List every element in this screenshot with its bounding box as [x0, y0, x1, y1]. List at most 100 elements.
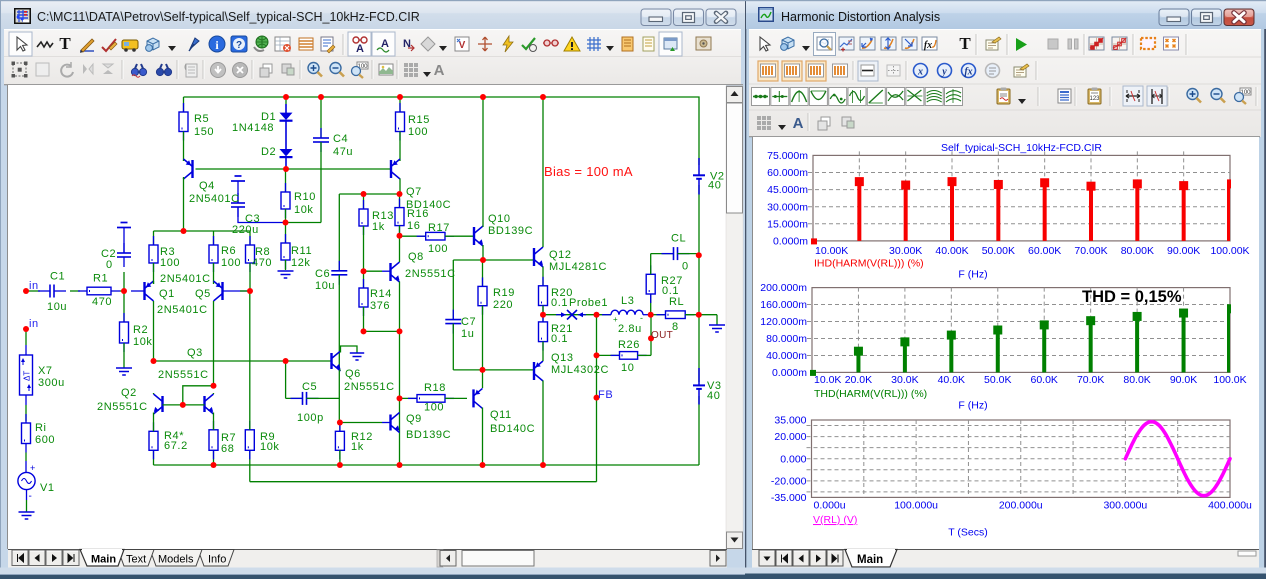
- svg-text:600: 600: [35, 434, 55, 446]
- svg-text:Q13: Q13: [551, 352, 574, 364]
- svg-text:10.00K: 10.00K: [815, 245, 848, 257]
- svg-text:Q10: Q10: [488, 213, 511, 225]
- svg-text:-: -: [29, 491, 32, 502]
- svg-text:R2: R2: [133, 324, 148, 336]
- svg-text:100.000u: 100.000u: [894, 500, 938, 512]
- svg-text:+: +: [613, 315, 618, 324]
- svg-text:Q1: Q1: [159, 288, 175, 300]
- svg-text:0.1: 0.1: [551, 333, 568, 345]
- svg-text:R1: R1: [93, 273, 108, 285]
- svg-text:160.000m: 160.000m: [760, 299, 807, 311]
- svg-text:Q9: Q9: [406, 413, 422, 425]
- svg-text:D2: D2: [261, 146, 276, 158]
- svg-text:0: 0: [106, 259, 113, 271]
- svg-text:10k: 10k: [260, 441, 280, 453]
- svg-text:in: in: [29, 280, 39, 292]
- svg-text:50.00K: 50.00K: [982, 245, 1015, 257]
- svg-text:50.0K: 50.0K: [984, 374, 1011, 386]
- svg-text:0.000m: 0.000m: [772, 367, 807, 379]
- svg-text:70.0K: 70.0K: [1077, 374, 1104, 386]
- svg-text:A: A: [434, 62, 445, 79]
- svg-text:0.000m: 0.000m: [773, 236, 808, 248]
- svg-text:A: A: [356, 43, 364, 55]
- svg-text:100p: 100p: [297, 412, 324, 424]
- svg-text:+: +: [30, 463, 35, 473]
- svg-text:300.000u: 300.000u: [1103, 500, 1147, 512]
- svg-text:Harmonic Distortion Analysis: Harmonic Distortion Analysis: [781, 10, 940, 24]
- svg-text:T (Secs): T (Secs): [948, 527, 987, 539]
- svg-text:Q5: Q5: [195, 288, 211, 300]
- svg-text:376: 376: [370, 300, 390, 312]
- svg-text:Q7: Q7: [406, 186, 422, 198]
- svg-text:BD139C: BD139C: [406, 429, 451, 441]
- svg-text:FB: FB: [598, 389, 613, 401]
- svg-text:IHD(HARM(V(RL))) (%): IHD(HARM(V(RL))) (%): [814, 258, 924, 270]
- svg-text:0.000: 0.000: [780, 453, 806, 465]
- svg-text:150: 150: [194, 126, 214, 138]
- svg-text:C5: C5: [302, 381, 317, 393]
- svg-text:in: in: [29, 318, 39, 330]
- svg-text:60.00K: 60.00K: [1028, 245, 1061, 257]
- svg-text:30.0K: 30.0K: [891, 374, 918, 386]
- svg-text:90.0K: 90.0K: [1170, 374, 1197, 386]
- svg-text:F (Hz): F (Hz): [958, 269, 987, 281]
- svg-text:2N5551C: 2N5551C: [97, 401, 148, 413]
- svg-text:C:\MC11\DATA\Petrov\Self-typic: C:\MC11\DATA\Petrov\Self-typical\Self_ty…: [37, 10, 420, 24]
- svg-text:67.2: 67.2: [164, 440, 188, 452]
- svg-text:T: T: [959, 34, 971, 53]
- svg-text:C7: C7: [461, 316, 476, 328]
- svg-text:Q12: Q12: [549, 249, 572, 261]
- svg-text:Q6: Q6: [345, 368, 361, 380]
- svg-text:C6: C6: [315, 268, 330, 280]
- svg-text:80.000m: 80.000m: [766, 333, 807, 345]
- svg-text:100: 100: [160, 257, 180, 269]
- svg-text:400.000u: 400.000u: [1208, 500, 1252, 512]
- svg-text:100: 100: [221, 257, 241, 269]
- svg-text:Q8: Q8: [408, 251, 424, 263]
- svg-text:C1: C1: [50, 271, 65, 283]
- svg-text:47u: 47u: [333, 146, 353, 158]
- svg-text:BD139C: BD139C: [488, 225, 533, 237]
- svg-text:THD(HARM(V(RL))) (%): THD(HARM(V(RL))) (%): [814, 388, 927, 400]
- svg-text:Q11: Q11: [490, 409, 512, 421]
- svg-text:100: 100: [408, 126, 428, 138]
- svg-text:Ri: Ri: [35, 422, 47, 434]
- svg-text:470: 470: [252, 257, 272, 269]
- svg-text:90.00K: 90.00K: [1167, 245, 1200, 257]
- svg-text:2N5401C: 2N5401C: [189, 193, 240, 205]
- svg-text:-: -: [640, 313, 643, 323]
- svg-text:Info: Info: [208, 554, 226, 566]
- svg-text:fx: fx: [964, 67, 972, 78]
- svg-text:40: 40: [708, 180, 721, 192]
- svg-text:L3: L3: [621, 295, 634, 307]
- svg-text:40.00K: 40.00K: [935, 245, 968, 257]
- svg-text:1u: 1u: [461, 328, 474, 340]
- svg-text:R15: R15: [408, 114, 430, 126]
- svg-text:Self_typical-SCH_10kHz-FCD.CIR: Self_typical-SCH_10kHz-FCD.CIR: [941, 142, 1102, 154]
- svg-text:fx: fx: [924, 40, 932, 51]
- svg-text:Text: Text: [126, 554, 146, 566]
- svg-text:10.0K: 10.0K: [814, 374, 841, 386]
- svg-text:200.000u: 200.000u: [999, 500, 1043, 512]
- svg-text:100: 100: [424, 402, 444, 414]
- svg-text:Q4: Q4: [199, 180, 215, 192]
- svg-text:16: 16: [407, 220, 420, 232]
- svg-text:R10: R10: [294, 191, 316, 203]
- svg-text:80.00K: 80.00K: [1121, 245, 1154, 257]
- svg-text:R19: R19: [493, 287, 515, 299]
- svg-text:40: 40: [707, 390, 720, 402]
- svg-text:100.00K: 100.00K: [1210, 245, 1249, 257]
- svg-text:200.000m: 200.000m: [760, 282, 807, 294]
- svg-text:45.000m: 45.000m: [767, 184, 808, 196]
- svg-text:220u: 220u: [232, 224, 259, 236]
- svg-text:470: 470: [92, 296, 112, 308]
- svg-text:R5: R5: [194, 113, 209, 125]
- svg-text:BD140C: BD140C: [406, 199, 451, 211]
- svg-text:y: y: [941, 67, 947, 78]
- svg-text:1N4148: 1N4148: [232, 122, 274, 134]
- svg-text:R17: R17: [428, 222, 450, 234]
- svg-text:0: 0: [682, 261, 689, 273]
- svg-text:R11: R11: [291, 245, 312, 257]
- svg-text:MJL4281C: MJL4281C: [549, 261, 607, 273]
- svg-text:40.000m: 40.000m: [766, 350, 807, 362]
